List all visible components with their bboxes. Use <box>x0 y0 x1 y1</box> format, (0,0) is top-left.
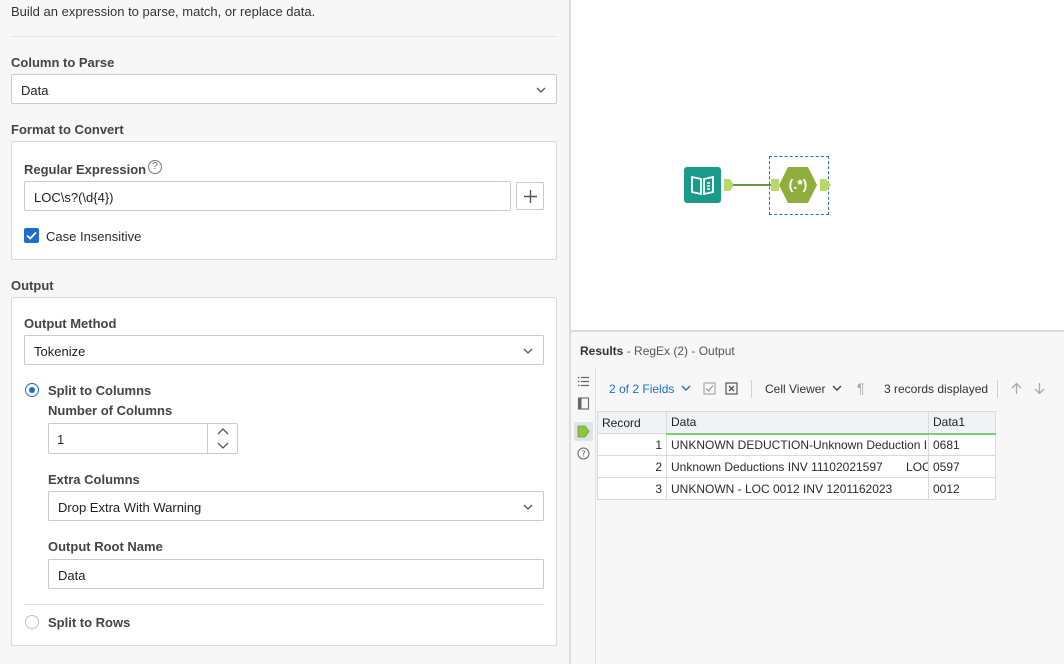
regex-output-anchor[interactable] <box>820 179 831 191</box>
column-header-record[interactable]: Record <box>597 411 667 434</box>
split-to-rows-label: Split to Rows <box>48 615 131 630</box>
config-panel: Build an expression to parse, match, or … <box>0 0 569 664</box>
record-cell: 3 <box>597 477 667 500</box>
split-to-columns-label: Split to Columns <box>48 383 152 398</box>
fields-label: 2 of 2 Fields <box>609 382 675 396</box>
column-to-parse-label: Column to Parse <box>11 55 115 70</box>
data1-cell: 0681 <box>928 433 996 456</box>
chevron-down-icon <box>832 385 842 391</box>
data-view-tab[interactable] <box>574 422 593 441</box>
regex-value: LOC\s?(\d{4}) <box>34 190 114 205</box>
case-insensitive-label: Case Insensitive <box>46 229 142 244</box>
arrow-up-icon[interactable] <box>1010 382 1023 395</box>
stepper-buttons <box>207 424 237 453</box>
extra-columns-value: Drop Extra With Warning <box>58 500 202 515</box>
output-card: Output Method Tokenize Split to Columns … <box>11 297 557 646</box>
input-tool[interactable] <box>684 167 721 203</box>
column-to-parse-value: Data <box>21 83 49 98</box>
toolbar-separator <box>751 380 752 398</box>
connection-line[interactable] <box>733 184 773 186</box>
output-label: Output <box>11 278 54 293</box>
regex-tool-glyph: (.*) <box>788 176 808 192</box>
table-row[interactable]: 1 UNKNOWN DEDUCTION-Unknown Deduction IN… <box>597 433 996 456</box>
divider <box>11 36 557 37</box>
data-cell: UNKNOWN - LOC 0012 INV 1201162023 <box>666 477 929 500</box>
cell-viewer-label: Cell Viewer <box>765 382 826 396</box>
case-insensitive-checkbox[interactable] <box>24 228 39 243</box>
output-root-name-value: Data <box>58 568 86 583</box>
data1-cell: 0012 <box>928 477 996 500</box>
extra-columns-select[interactable]: Drop Extra With Warning <box>48 491 544 521</box>
svg-text:?: ? <box>581 450 585 459</box>
output-root-name-input[interactable]: Data <box>48 559 544 589</box>
check-fields-icon[interactable] <box>703 382 716 395</box>
regex-label: Regular Expression <box>24 162 147 177</box>
results-title: Results <box>580 344 624 358</box>
add-token-button[interactable] <box>516 182 544 210</box>
split-to-rows-radio[interactable] <box>25 615 39 629</box>
chevron-down-icon <box>523 348 533 354</box>
output-root-name-label: Output Root Name <box>48 539 163 554</box>
tool-description: Build an expression to parse, match, or … <box>11 4 316 19</box>
number-of-columns-label: Number of Columns <box>48 403 173 418</box>
uncheck-fields-icon[interactable] <box>725 382 738 395</box>
output-method-label: Output Method <box>24 316 117 331</box>
chevron-down-icon <box>217 442 229 449</box>
book-icon <box>691 175 714 196</box>
record-cell: 1 <box>597 433 667 456</box>
list-icon[interactable] <box>577 375 590 388</box>
record-cell: 2 <box>597 455 667 478</box>
fields-dropdown[interactable]: 2 of 2 Fields <box>609 382 691 396</box>
cell-viewer-dropdown[interactable]: Cell Viewer <box>765 382 842 396</box>
column-header-data1[interactable]: Data1 <box>928 411 996 435</box>
results-subtitle: - RegEx (2) - Output <box>626 344 735 358</box>
toolbar-separator <box>997 380 998 398</box>
plus-icon <box>524 190 537 203</box>
number-of-columns-stepper[interactable]: 1 <box>48 423 238 454</box>
column-header-data[interactable]: Data <box>666 411 929 435</box>
grid-header-row: Record Data Data1 <box>597 411 996 435</box>
chevron-down-icon <box>523 504 533 510</box>
number-of-columns-value: 1 <box>57 432 65 447</box>
data-cell: Unknown Deductions INV 11102021597 LOC0.… <box>666 455 929 478</box>
data-icon <box>577 425 590 438</box>
output-method-select[interactable]: Tokenize <box>24 335 544 365</box>
arrow-down-icon[interactable] <box>1033 382 1046 395</box>
pilcrow-icon[interactable]: ¶ <box>857 380 865 396</box>
format-to-convert-label: Format to Convert <box>11 122 124 137</box>
format-card: Regular Expression ? LOC\s?(\d{4}) Case … <box>11 141 557 260</box>
results-sidebar: ? <box>571 368 596 664</box>
checkmark-icon <box>26 231 37 240</box>
column-to-parse-select[interactable]: Data <box>11 74 557 104</box>
chevron-up-icon <box>217 428 229 435</box>
divider <box>24 604 544 605</box>
split-to-columns-radio[interactable] <box>25 383 39 397</box>
output-method-value: Tokenize <box>34 344 86 359</box>
extra-columns-label: Extra Columns <box>48 472 140 487</box>
results-grid[interactable]: Record Data Data1 1 UNKNOWN DEDUCTION-Un… <box>597 411 996 500</box>
table-row[interactable]: 3 UNKNOWN - LOC 0012 INV 1201162023 0012 <box>597 477 996 500</box>
records-count: 3 records displayed <box>884 382 989 396</box>
data-cell: UNKNOWN DEDUCTION-Unknown Deduction IN..… <box>666 433 929 456</box>
chevron-down-icon <box>681 385 691 391</box>
decrement-button[interactable] <box>208 439 238 454</box>
results-header: Results - RegEx (2) - Output <box>580 344 735 358</box>
data1-cell: 0597 <box>928 455 996 478</box>
table-row[interactable]: 2 Unknown Deductions INV 11102021597 LOC… <box>597 455 996 478</box>
help-icon[interactable]: ? <box>148 160 162 174</box>
increment-button[interactable] <box>208 424 238 439</box>
chevron-down-icon <box>536 87 546 93</box>
regex-input[interactable]: LOC\s?(\d{4}) <box>24 181 511 211</box>
workflow-canvas[interactable]: (.*) <box>571 0 1064 330</box>
metadata-icon[interactable] <box>577 397 590 410</box>
help-icon[interactable]: ? <box>577 447 590 460</box>
